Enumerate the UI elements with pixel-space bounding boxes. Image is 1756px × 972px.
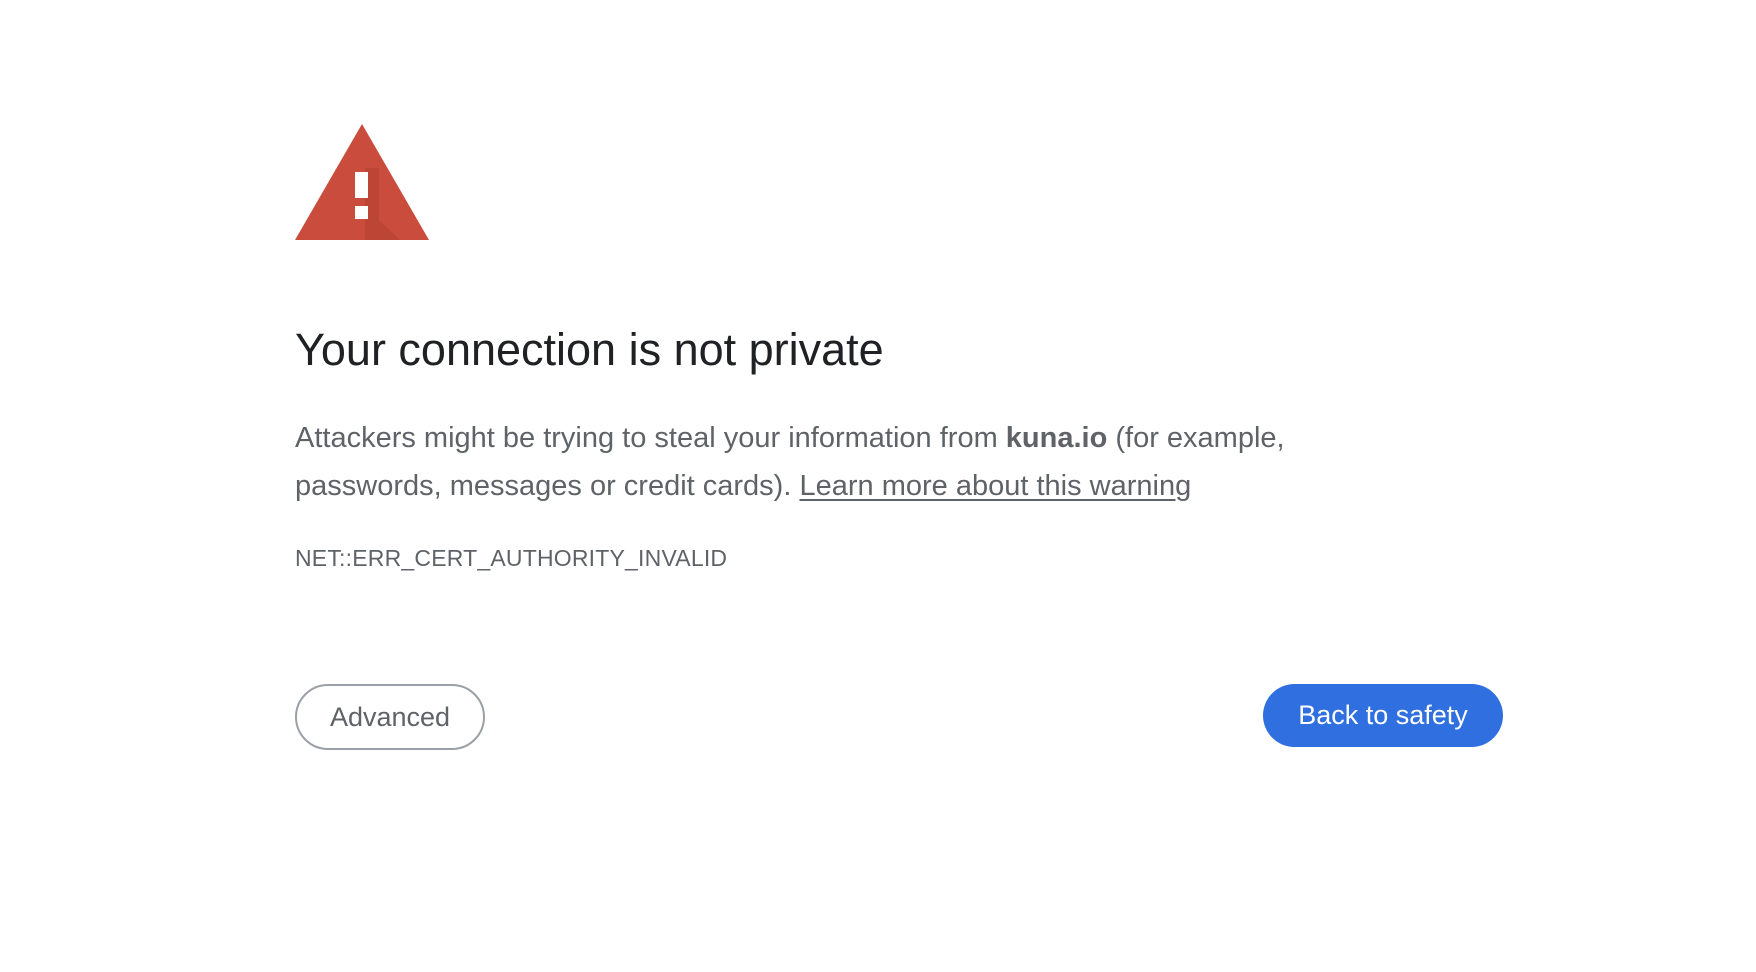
interstitial-page: Your connection is not private Attackers… (0, 0, 1756, 972)
host-name: kuna.io (1005, 422, 1108, 454)
page-title: Your connection is not private (295, 324, 884, 375)
error-code: NET::ERR_CERT_AUTHORITY_INVALID (295, 545, 728, 571)
warning-triangle-icon (295, 124, 429, 240)
learn-more-link[interactable]: Learn more about this warning (799, 470, 1191, 502)
warning-description: Attackers might be trying to steal your … (295, 414, 1425, 510)
description-text-start: Attackers might be trying to steal your … (295, 422, 1006, 454)
back-to-safety-button[interactable]: Back to safety (1263, 684, 1503, 747)
advanced-button[interactable]: Advanced (295, 684, 485, 750)
